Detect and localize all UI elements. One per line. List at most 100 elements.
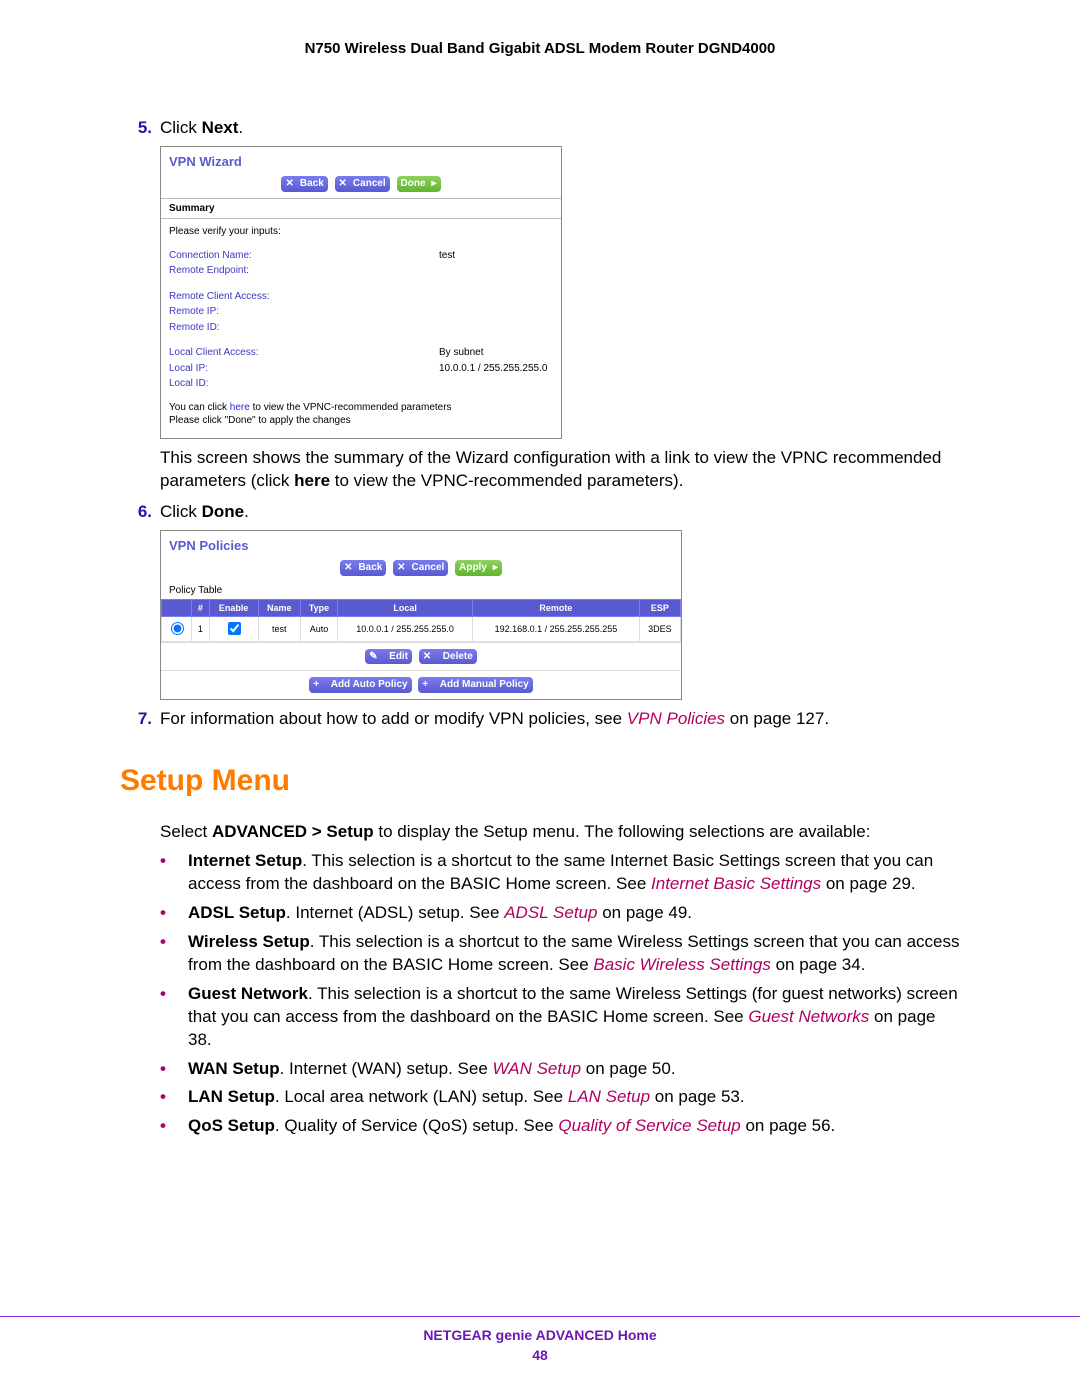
conn-name-label: Connection Name:: [169, 249, 439, 263]
step-number: 7.: [120, 708, 160, 731]
arrow-right-icon: ▸: [493, 561, 498, 575]
note-line: Please click "Done" to apply the changes: [169, 414, 553, 428]
edit-button[interactable]: ✎ Edit: [365, 649, 412, 665]
bullet-wan-setup: • WAN Setup. Internet (WAN) setup. See W…: [160, 1058, 960, 1081]
back-button[interactable]: ✕Back: [281, 176, 327, 192]
arrow-right-icon: ▸: [432, 177, 437, 191]
x-icon: ✕: [397, 561, 405, 575]
step-number: 5.: [120, 117, 160, 140]
bullet-icon: •: [160, 1086, 188, 1109]
bullet-icon: •: [160, 983, 188, 1052]
doc-header: N750 Wireless Dual Band Gigabit ADSL Mod…: [120, 40, 960, 57]
content: 5. Click Next. VPN Wizard ✕Back ✕Cancel …: [120, 117, 960, 1138]
local-client-value: By subnet: [439, 346, 553, 360]
bullet-icon: •: [160, 1058, 188, 1081]
bullet-guest-network: • Guest Network. This selection is a sho…: [160, 983, 960, 1052]
step-5: 5. Click Next.: [120, 117, 960, 140]
cell-type: Auto: [300, 617, 337, 641]
x-icon: ✕: [339, 177, 347, 191]
cancel-button[interactable]: ✕Cancel: [335, 176, 390, 192]
bullet-icon: •: [160, 1115, 188, 1138]
summary-label: Summary: [161, 198, 561, 220]
add-auto-policy-button[interactable]: + Add Auto Policy: [309, 677, 411, 693]
col-enable: Enable: [209, 600, 258, 617]
col-name: Name: [258, 600, 300, 617]
setup-menu-heading: Setup Menu: [120, 761, 960, 802]
lan-setup-link[interactable]: LAN Setup: [568, 1087, 650, 1106]
policy-table-label: Policy Table: [161, 582, 681, 600]
wizard-title: VPN Wizard: [161, 147, 561, 175]
verify-text: Please verify your inputs:: [169, 225, 553, 239]
footer-title: NETGEAR genie ADVANCED Home: [0, 1327, 1080, 1343]
policies-title: VPN Policies: [161, 531, 681, 559]
bullet-wireless-setup: • Wireless Setup. This selection is a sh…: [160, 931, 960, 977]
local-client-label: Local Client Access:: [169, 346, 439, 360]
col-type: Type: [300, 600, 337, 617]
back-button[interactable]: ✕Back: [340, 560, 386, 576]
note-line: You can click here to view the VPNC-reco…: [169, 401, 553, 415]
cell-local: 10.0.0.1 / 255.255.255.0: [338, 617, 473, 641]
col-esp: ESP: [639, 600, 680, 617]
local-id-label: Local ID:: [169, 377, 439, 391]
step-body: For information about how to add or modi…: [160, 708, 960, 731]
row-select-radio[interactable]: [171, 622, 184, 635]
local-ip-label: Local IP:: [169, 362, 439, 376]
basic-wireless-settings-link[interactable]: Basic Wireless Settings: [593, 955, 770, 974]
cell-esp: 3DES: [639, 617, 680, 641]
x-icon: ✕: [285, 177, 293, 191]
local-ip-value: 10.0.0.1 / 255.255.255.0: [439, 362, 553, 376]
col-local: Local: [338, 600, 473, 617]
vpn-wizard-screenshot: VPN Wizard ✕Back ✕Cancel Done▸ Summary P…: [160, 146, 562, 439]
setup-intro: Select ADVANCED > Setup to display the S…: [160, 821, 960, 844]
delete-button[interactable]: ✕ Delete: [419, 649, 477, 665]
text: Click: [160, 118, 202, 137]
done-button[interactable]: Done▸: [397, 176, 441, 192]
cell-remote: 192.168.0.1 / 255.255.255.255: [473, 617, 640, 641]
bullet-icon: •: [160, 850, 188, 896]
plus-icon: +: [313, 678, 319, 692]
qos-setup-link[interactable]: Quality of Service Setup: [558, 1116, 740, 1135]
guest-networks-link[interactable]: Guest Networks: [748, 1007, 869, 1026]
step-7: 7. For information about how to add or m…: [120, 708, 960, 731]
text: .: [238, 118, 243, 137]
plus-icon: +: [422, 678, 428, 692]
remote-endpoint-label: Remote Endpoint:: [169, 264, 439, 278]
step-body: Click Done.: [160, 501, 960, 524]
vpn-policies-link[interactable]: VPN Policies: [627, 709, 725, 728]
wan-setup-link[interactable]: WAN Setup: [493, 1059, 582, 1078]
edit-delete-row: ✎ Edit ✕ Delete: [161, 642, 681, 671]
wizard-body: Please verify your inputs: Connection Na…: [161, 219, 561, 438]
wizard-button-row: ✕Back ✕Cancel Done▸: [161, 174, 561, 198]
page: N750 Wireless Dual Band Gigabit ADSL Mod…: [0, 0, 1080, 1397]
bullet-icon: •: [160, 902, 188, 925]
footer: NETGEAR genie ADVANCED Home 48: [0, 1316, 1080, 1363]
enable-checkbox[interactable]: [228, 622, 241, 635]
cancel-button[interactable]: ✕Cancel: [393, 560, 448, 576]
remote-id-label: Remote ID:: [169, 321, 439, 335]
step-6: 6. Click Done.: [120, 501, 960, 524]
text-bold: Next: [202, 118, 239, 137]
cell-name: test: [258, 617, 300, 641]
step5-summary: This screen shows the summary of the Wiz…: [160, 447, 960, 493]
conn-name-value: test: [439, 249, 553, 263]
footer-page: 48: [0, 1347, 1080, 1363]
pencil-icon: ✎: [369, 650, 377, 664]
internet-basic-settings-link[interactable]: Internet Basic Settings: [651, 874, 821, 893]
policy-table: # Enable Name Type Local Remote ESP 1 te…: [161, 599, 681, 641]
col-remote: Remote: [473, 600, 640, 617]
add-row: + Add Auto Policy + Add Manual Policy: [161, 670, 681, 699]
table-row: 1 test Auto 10.0.0.1 / 255.255.255.0 192…: [162, 617, 681, 641]
apply-button[interactable]: Apply▸: [455, 560, 502, 576]
col-num: #: [192, 600, 210, 617]
add-manual-policy-button[interactable]: + Add Manual Policy: [418, 677, 532, 693]
x-icon: ✕: [423, 650, 431, 664]
policies-button-row: ✕Back ✕Cancel Apply▸: [161, 558, 681, 582]
here-link[interactable]: here: [230, 402, 250, 413]
cell-num: 1: [192, 617, 210, 641]
bullet-lan-setup: • LAN Setup. Local area network (LAN) se…: [160, 1086, 960, 1109]
remote-client-label: Remote Client Access:: [169, 290, 439, 304]
bullet-icon: •: [160, 931, 188, 977]
adsl-setup-link[interactable]: ADSL Setup: [504, 903, 597, 922]
step-body: Click Next.: [160, 117, 960, 140]
bullet-adsl-setup: • ADSL Setup. Internet (ADSL) setup. See…: [160, 902, 960, 925]
